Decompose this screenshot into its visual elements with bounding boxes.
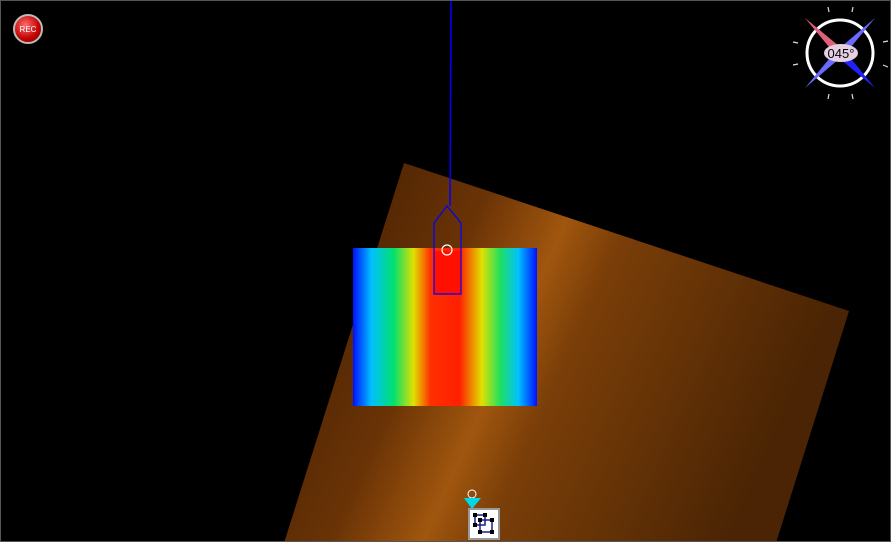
sonar-canvas: [284, 1, 889, 541]
compass-heading: 045°: [824, 44, 858, 62]
sonar-view[interactable]: REC 045°: [0, 0, 891, 542]
selection-tool-icon: [473, 513, 494, 534]
boat-red-fill: [434, 251, 461, 294]
track-line: [449, 1, 452, 207]
record-button[interactable]: REC: [13, 14, 43, 44]
selection-tool-button[interactable]: [468, 508, 500, 540]
